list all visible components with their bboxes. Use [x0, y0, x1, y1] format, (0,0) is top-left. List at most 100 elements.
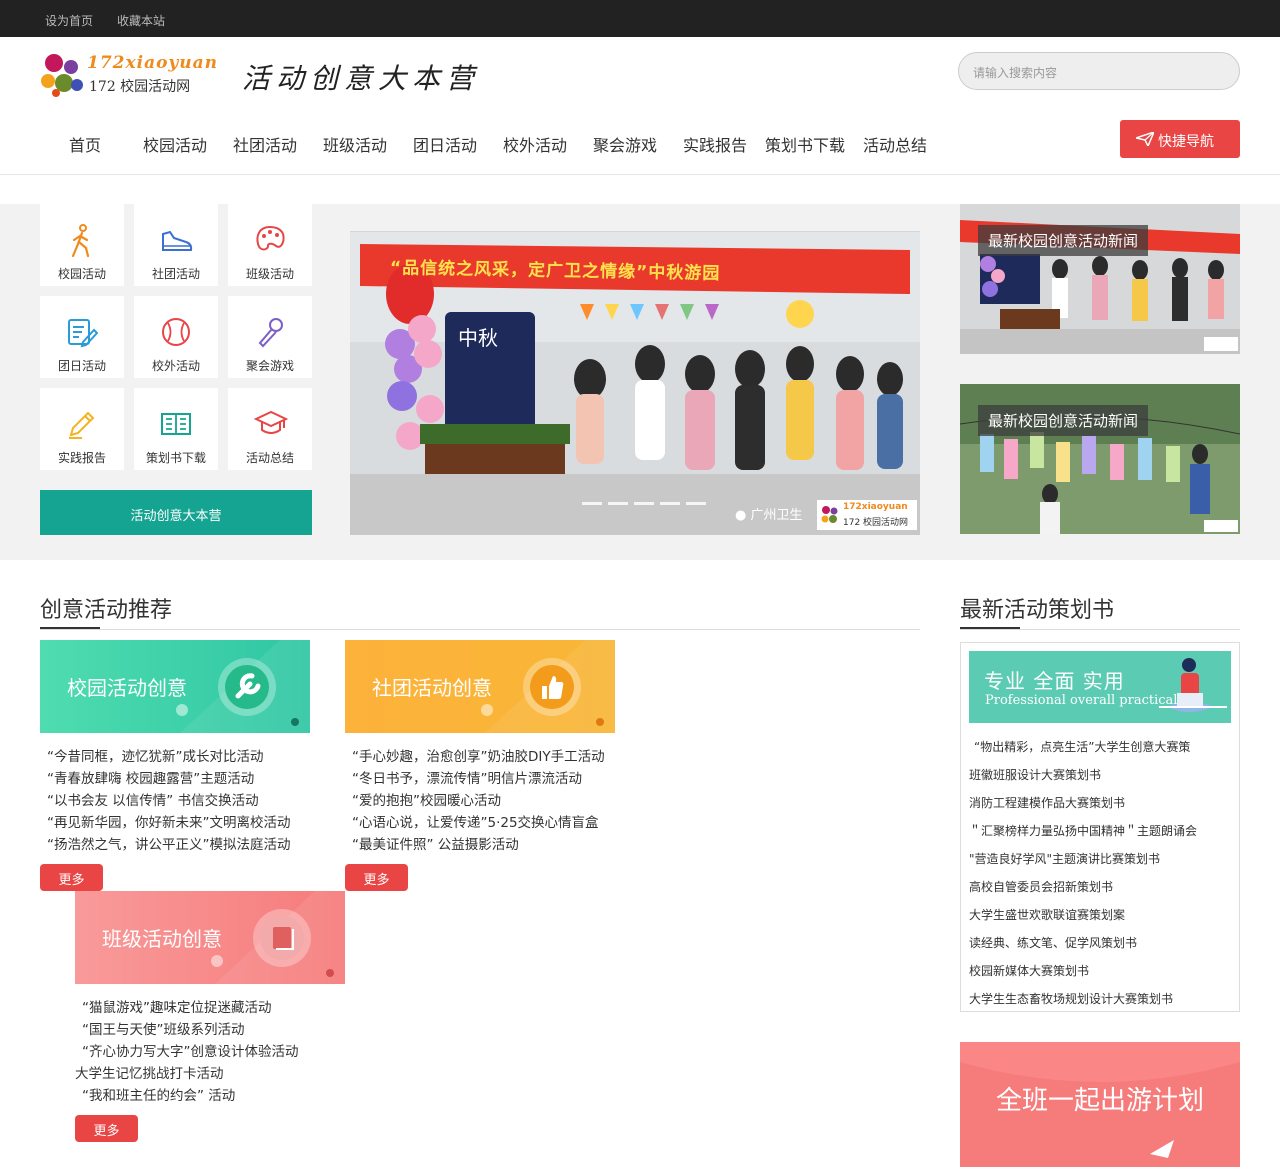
nav-item-party-games[interactable]: 聚会游戏	[593, 132, 657, 156]
logo-balls-icon	[821, 506, 838, 523]
logo-balls-icon	[41, 54, 83, 97]
list-item[interactable]: “猫鼠游戏”趣味定位捉迷藏活动	[82, 997, 299, 1019]
list-item[interactable]: “以书会友 以信传情” 书信交换活动	[47, 790, 291, 812]
more-button-club[interactable]: 更多	[345, 864, 408, 891]
side-news-1[interactable]: 最新校园创意活动新闻	[960, 204, 1240, 354]
hero-slider[interactable]: “品信统之风采，定广卫之情缘”中秋游园 中秋 ● 广州卫生 172xiaoyua…	[350, 204, 920, 535]
side-news-2[interactable]: 最新校园创意活动新闻	[960, 384, 1240, 534]
list-item[interactable]: “国王与天使”班级系列活动	[82, 1019, 299, 1041]
open-book-icon	[161, 413, 191, 435]
thumbs-up-icon	[523, 658, 581, 716]
edit-document-icon	[68, 319, 98, 348]
category-outdoor[interactable]: 校外活动	[134, 296, 218, 378]
category-league-day[interactable]: 团日活动	[40, 296, 124, 378]
category-label: 团日活动	[57, 359, 106, 373]
list-item[interactable]: 班徽班服设计大赛策划书	[969, 761, 1197, 789]
category-label: 活动总结	[245, 451, 294, 465]
list-item[interactable]: “心语心说，让爱传递”5·25交换心情盲盒	[352, 812, 605, 834]
list-item[interactable]: 大学生记忆挑战打卡活动	[75, 1063, 299, 1085]
list-item[interactable]: “扬浩然之气，讲公平正义”模拟法庭活动	[47, 834, 291, 856]
nav-item-club[interactable]: 社团活动	[233, 132, 297, 156]
nav-item-campus[interactable]: 校园活动	[143, 132, 207, 156]
wrench-icon	[218, 658, 276, 716]
list-item[interactable]: “最美证件照” 公益摄影活动	[352, 834, 605, 856]
card-class-list: “猫鼠游戏”趣味定位捉迷藏活动 “国王与天使”班级系列活动 “齐心协力写大字”创…	[75, 997, 299, 1107]
category-party-games[interactable]: 聚会游戏	[228, 296, 312, 378]
side-news-caption: 最新校园创意活动新闻	[978, 405, 1149, 436]
card-club-list: “手心妙趣，治愈创享”奶油胶DIY手工活动 “冬日书予，漂流传情”明信片漂流活动…	[352, 746, 605, 856]
list-item[interactable]: “今昔同框，迹忆犹新”成长对比活动	[47, 746, 291, 768]
creative-camp-button[interactable]: 活动创意大本营	[40, 490, 312, 535]
category-label: 策划书下载	[145, 451, 206, 465]
bookmark-link[interactable]: 收藏本站	[117, 12, 165, 29]
more-button-campus[interactable]: 更多	[40, 864, 103, 891]
list-item[interactable]: “我和班主任的约会” 活动	[82, 1085, 299, 1107]
nav-item-class[interactable]: 班级活动	[323, 132, 387, 156]
category-club[interactable]: 社团活动	[134, 204, 218, 286]
microphone-icon	[258, 318, 283, 348]
list-item[interactable]: “冬日书予，漂流传情”明信片漂流活动	[352, 768, 605, 790]
nav-item-plan-download[interactable]: 策划书下载	[765, 132, 845, 156]
list-item[interactable]: “物出精彩，点亮生活”大学生创意大赛策	[974, 733, 1197, 761]
list-item[interactable]: 大学生盛世欢歌联谊赛策划案	[969, 901, 1197, 929]
list-item[interactable]: “青春放肆嗨 校园趣露营”主题活动	[47, 768, 291, 790]
watermark-text: 广州卫生	[750, 508, 803, 523]
category-summary[interactable]: 活动总结	[228, 388, 312, 470]
badge-text-en: 172xiaoyuan	[843, 502, 908, 512]
book-icon	[253, 909, 311, 967]
list-item[interactable]: 读经典、练文笔、促学风策划书	[969, 929, 1197, 957]
section-accent-bar	[960, 627, 1020, 629]
category-label: 社团活动	[151, 267, 200, 281]
list-item[interactable]: “齐心协力写大字”创意设计体验活动	[82, 1041, 299, 1063]
wechat-icon: ●	[735, 508, 747, 523]
nav-item-home[interactable]: 首页	[69, 132, 101, 156]
quick-nav-label: 快捷导航	[1158, 134, 1214, 150]
category-label: 校外活动	[151, 359, 200, 373]
list-item[interactable]: 消防工程建模作品大赛策划书	[969, 789, 1197, 817]
list-item[interactable]: 大学生生态畜牧场规划设计大赛策划书	[969, 985, 1197, 1013]
list-item[interactable]: 高校自管委员会招新策划书	[969, 873, 1197, 901]
logo-text-en: 172xiaoyuan	[87, 53, 219, 73]
class-trip-banner[interactable]: 全班一起出游计划	[960, 1042, 1240, 1167]
list-item[interactable]: "营造良好学风"主题演讲比赛策划书	[969, 845, 1197, 873]
logo-text-cn: 172 校园活动网	[89, 79, 191, 95]
plans-banner[interactable]: 专业 全面 实用 Professional overall practical	[969, 651, 1231, 723]
nav-item-practice-report[interactable]: 实践报告	[683, 132, 747, 156]
list-item[interactable]: 校园新媒体大赛策划书	[969, 957, 1197, 985]
top-bar: 设为首页 收藏本站	[0, 0, 1280, 37]
list-item[interactable]: “爱的抱抱”校园暖心活动	[352, 790, 605, 812]
graduation-cap-icon	[254, 410, 288, 434]
slider-board-text: 中秋	[458, 326, 498, 350]
nav-item-summary[interactable]: 活动总结	[863, 132, 927, 156]
badge-text-cn: 172 校园活动网	[843, 518, 909, 528]
list-item[interactable]: “再见新华园，你好新未来”文明离校活动	[47, 812, 291, 834]
nav-item-outdoor[interactable]: 校外活动	[503, 132, 567, 156]
search-input[interactable]: 请输入搜索内容	[958, 52, 1240, 90]
site-logo[interactable]: 172xiaoyuan 172 校园活动网	[40, 51, 219, 101]
set-home-link[interactable]: 设为首页	[45, 12, 93, 29]
section-accent-bar	[40, 627, 100, 629]
slider-logo-badge: 172xiaoyuan 172 校园活动网	[817, 500, 917, 530]
card-title: 校园活动创意	[67, 676, 187, 700]
nav-item-league-day[interactable]: 团日活动	[413, 132, 477, 156]
slider-watermark: ● 广州卫生	[735, 504, 803, 523]
plans-box: 专业 全面 实用 Professional overall practical …	[960, 642, 1240, 1012]
category-campus[interactable]: 校园活动	[40, 204, 124, 286]
site-header: 172xiaoyuan 172 校园活动网 活动创意大本营 请输入搜索内容 首页…	[0, 37, 1280, 175]
category-label: 校园活动	[57, 267, 106, 281]
category-label: 班级活动	[245, 267, 294, 281]
side-news-caption: 最新校园创意活动新闻	[978, 225, 1149, 256]
card-title: 班级活动创意	[102, 927, 222, 951]
card-club-creative[interactable]: 社团活动创意	[345, 640, 615, 733]
category-practice-report[interactable]: 实践报告	[40, 388, 124, 470]
category-plan-download[interactable]: 策划书下载	[134, 388, 218, 470]
card-campus-creative[interactable]: 校园活动创意	[40, 640, 310, 733]
section-divider	[960, 629, 1240, 630]
more-button-class[interactable]: 更多	[75, 1115, 138, 1142]
list-item[interactable]: “手心妙趣，治愈创享”奶油胶DIY手工活动	[352, 746, 605, 768]
category-class[interactable]: 班级活动	[228, 204, 312, 286]
quick-nav-button[interactable]: 快捷导航	[1120, 120, 1240, 158]
list-item[interactable]: ＂汇聚榜样力量弘扬中国精神＂主题朗诵会	[969, 817, 1197, 845]
site-slogan: 活动创意大本营	[242, 62, 481, 95]
card-class-creative[interactable]: 班级活动创意	[75, 891, 345, 984]
